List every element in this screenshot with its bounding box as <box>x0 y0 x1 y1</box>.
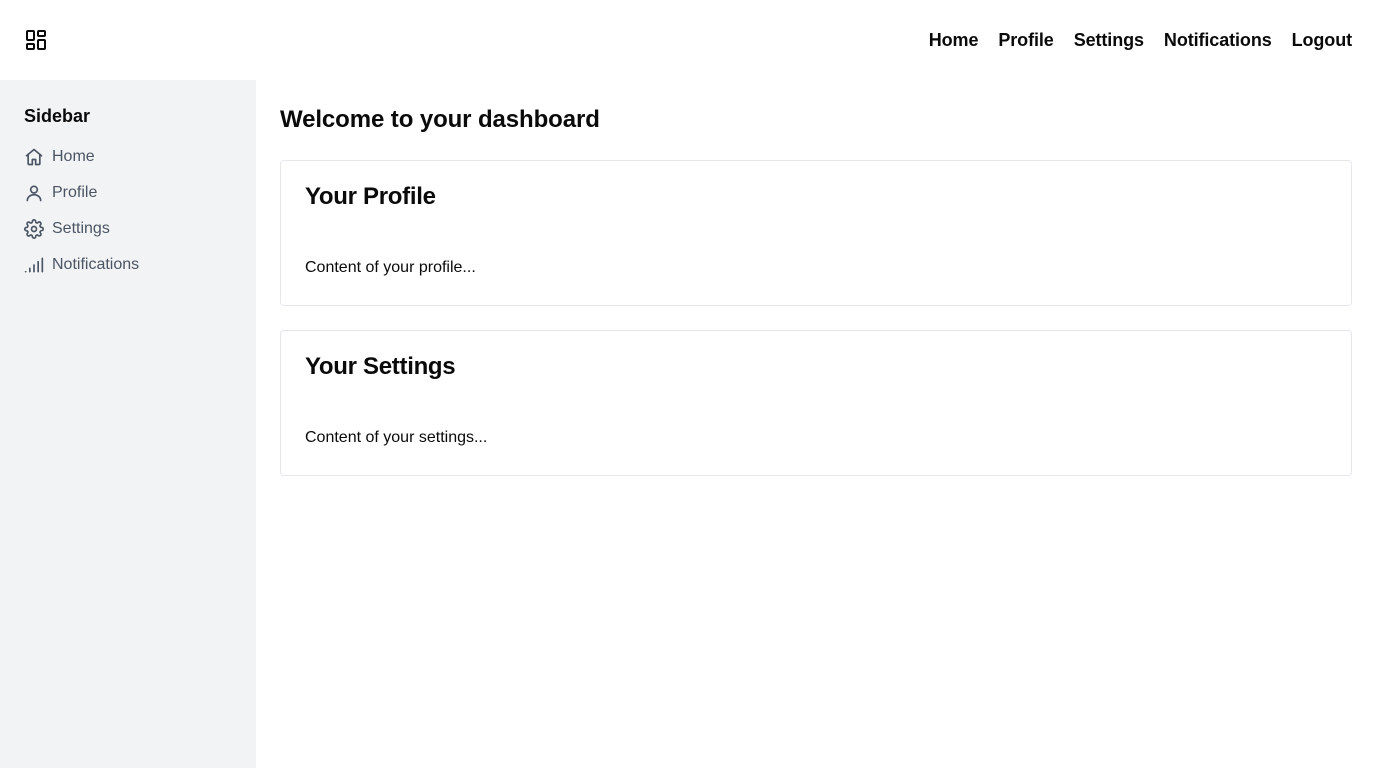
home-icon <box>24 147 44 167</box>
card-title: Your Profile <box>305 183 436 210</box>
sidebar-item-profile[interactable]: Profile <box>24 175 232 211</box>
main-content: Welcome to your dashboard Your Profile C… <box>256 80 1376 768</box>
sidebar-item-home[interactable]: Home <box>24 139 232 175</box>
signal-bars-icon <box>24 255 44 275</box>
sidebar-item-label: Home <box>52 148 95 165</box>
sidebar-item-label: Profile <box>52 184 98 201</box>
profile-card: Your Profile Content of your profile... <box>280 160 1352 306</box>
dashboard-grid-icon[interactable] <box>24 28 48 52</box>
settings-card: Your Settings Content of your settings..… <box>280 330 1352 476</box>
sidebar: Sidebar Home Profile Settings Notificati… <box>0 80 256 768</box>
sidebar-item-notifications[interactable]: Notifications <box>24 247 232 283</box>
sidebar-title: Sidebar <box>24 106 91 126</box>
sidebar-item-label: Settings <box>52 220 110 237</box>
sidebar-item-settings[interactable]: Settings <box>24 211 232 247</box>
top-nav: Home Profile Settings Notifications Logo… <box>929 30 1352 51</box>
sidebar-item-label: Notifications <box>52 256 140 273</box>
top-nav-home-link[interactable]: Home <box>929 30 979 51</box>
top-nav-notifications-link[interactable]: Notifications <box>1164 30 1272 51</box>
logout-link[interactable]: Logout <box>1292 30 1352 51</box>
top-header: Home Profile Settings Notifications Logo… <box>0 0 1376 80</box>
top-nav-settings-link[interactable]: Settings <box>1074 30 1144 51</box>
page-title: Welcome to your dashboard <box>280 106 600 133</box>
card-title: Your Settings <box>305 353 456 380</box>
user-icon <box>24 183 44 203</box>
card-content: Content of your profile... <box>305 259 476 276</box>
top-nav-profile-link[interactable]: Profile <box>998 30 1053 51</box>
card-content: Content of your settings... <box>305 429 488 446</box>
gear-icon <box>24 219 44 239</box>
